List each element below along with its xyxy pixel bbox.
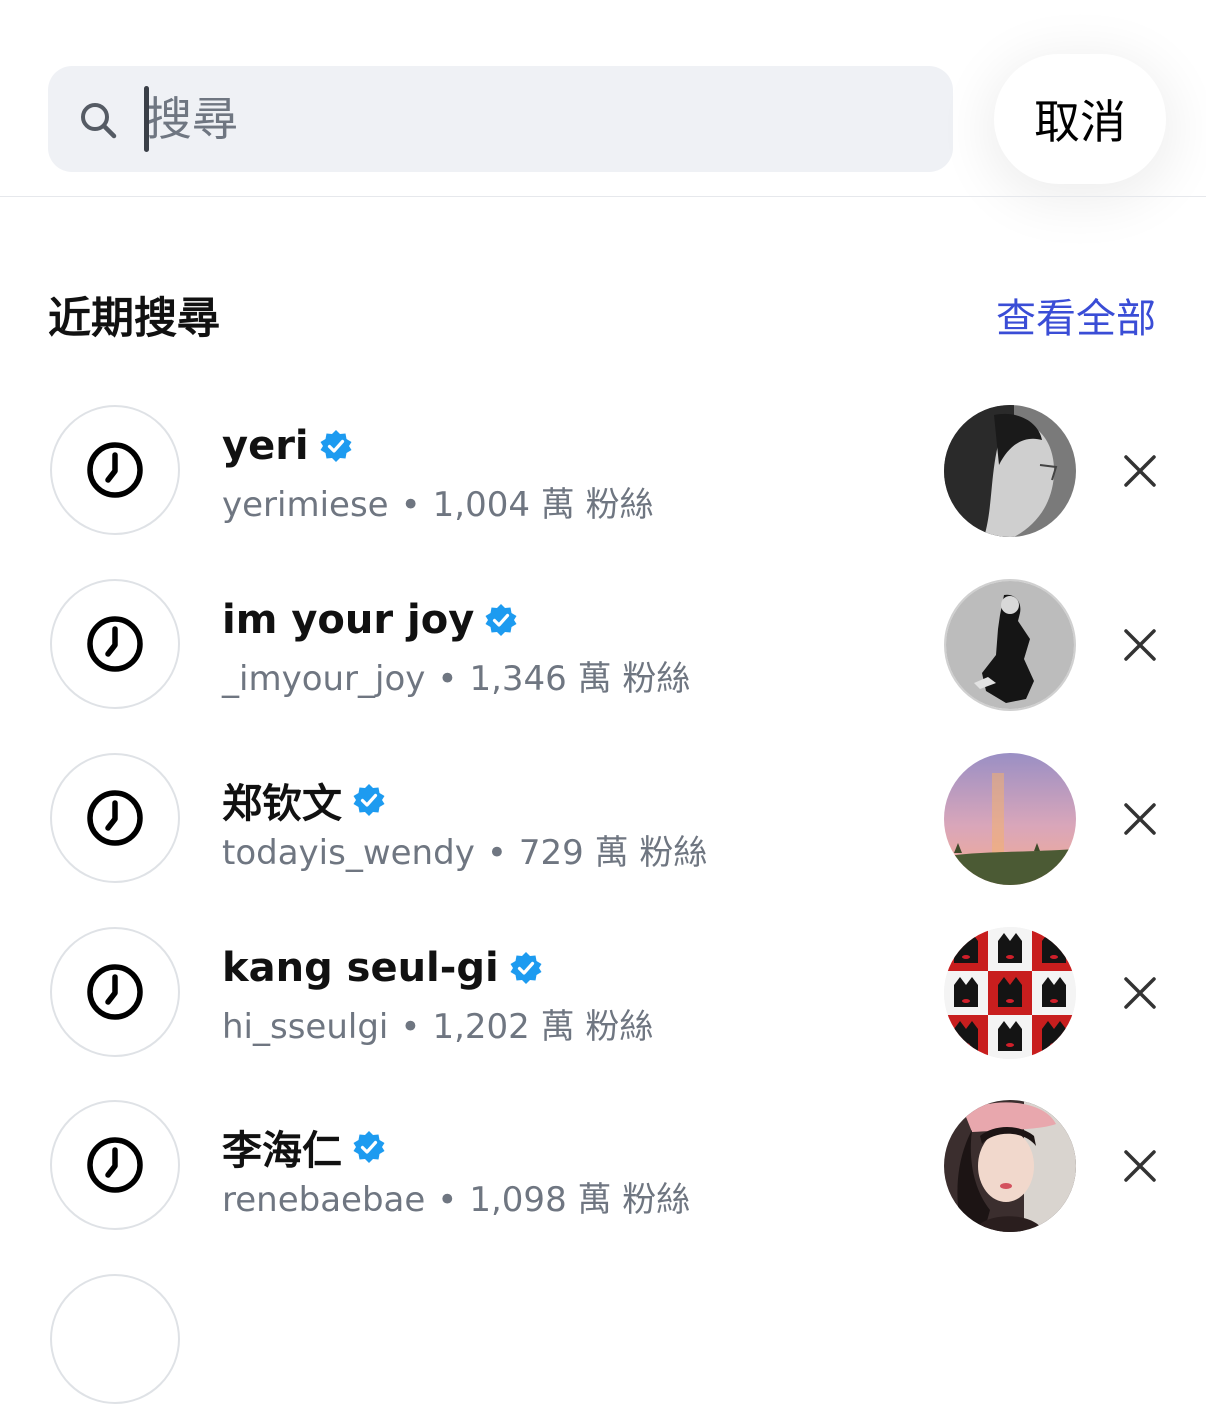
avatar[interactable]: [944, 405, 1076, 537]
separator-dot: •: [400, 1007, 421, 1047]
account-name: 李海仁: [222, 1128, 342, 1174]
cancel-button[interactable]: 取消: [994, 54, 1166, 184]
account-username: todayis_wendy: [222, 833, 475, 873]
verified-badge-icon: [353, 784, 385, 816]
recent-search-item[interactable]: kang seul-gi hi_sseulgi • 1,202 萬 粉絲: [0, 927, 1206, 1059]
close-icon: [1124, 629, 1156, 661]
clock-icon: [87, 964, 143, 1020]
remove-button[interactable]: [1114, 1140, 1166, 1192]
close-icon: [1124, 803, 1156, 835]
separator-dot: •: [486, 833, 507, 873]
account-name: kang seul-gi: [222, 945, 499, 991]
remove-button[interactable]: [1114, 619, 1166, 671]
close-icon: [1124, 455, 1156, 487]
avatar[interactable]: [944, 1100, 1076, 1232]
search-icon: [81, 103, 117, 139]
separator-dot: •: [400, 485, 421, 525]
recent-search-item[interactable]: 李海仁 renebaebae • 1,098 萬 粉絲: [0, 1100, 1206, 1232]
remove-button[interactable]: [1114, 967, 1166, 1019]
account-name: 郑钦文: [222, 781, 342, 827]
account-username: _imyour_joy: [222, 659, 426, 699]
avatar[interactable]: [944, 579, 1076, 711]
close-icon: [1124, 1150, 1156, 1182]
recent-searches-title: 近期搜尋: [48, 294, 220, 344]
account-username: hi_sseulgi: [222, 1007, 389, 1047]
close-icon: [1124, 977, 1156, 1009]
verified-badge-icon: [510, 952, 542, 984]
account-username: yerimiese: [222, 485, 389, 525]
recent-search-item[interactable]: 郑钦文 todayis_wendy • 729 萬 粉絲: [0, 753, 1206, 885]
history-icon-container: [50, 1274, 180, 1404]
follower-count: 729 萬 粉絲: [518, 833, 708, 873]
search-input[interactable]: [146, 80, 926, 158]
verified-badge-icon: [320, 430, 352, 462]
verified-badge-icon: [353, 1131, 385, 1163]
verified-badge-icon: [485, 604, 517, 636]
clock-icon: [87, 442, 143, 498]
avatar[interactable]: [944, 753, 1076, 885]
history-icon-container: [50, 753, 180, 883]
see-all-link[interactable]: 查看全部: [996, 286, 1156, 344]
account-username: renebaebae: [222, 1180, 426, 1220]
history-icon-container: [50, 579, 180, 709]
history-icon-container: [50, 1100, 180, 1230]
account-name: im your joy: [222, 597, 475, 643]
history-icon-container: [50, 405, 180, 535]
clock-icon: [87, 1137, 143, 1193]
account-name: yeri: [222, 423, 309, 469]
recent-search-item[interactable]: yeri yerimiese • 1,004 萬 粉絲: [0, 405, 1206, 537]
text-cursor: [144, 86, 149, 152]
header-divider: [0, 196, 1206, 197]
follower-count: 1,346 萬 粉絲: [469, 659, 691, 699]
avatar[interactable]: [944, 927, 1076, 1059]
clock-icon: [87, 616, 143, 672]
follower-count: 1,202 萬 粉絲: [432, 1007, 654, 1047]
follower-count: 1,098 萬 粉絲: [469, 1180, 691, 1220]
recent-search-item[interactable]: im your joy _imyour_joy • 1,346 萬 粉絲: [0, 579, 1206, 711]
remove-button[interactable]: [1114, 445, 1166, 497]
history-icon-container: [50, 927, 180, 1057]
follower-count: 1,004 萬 粉絲: [432, 485, 654, 525]
clock-icon: [87, 790, 143, 846]
separator-dot: •: [437, 1180, 458, 1220]
remove-button[interactable]: [1114, 793, 1166, 845]
separator-dot: •: [437, 659, 458, 699]
